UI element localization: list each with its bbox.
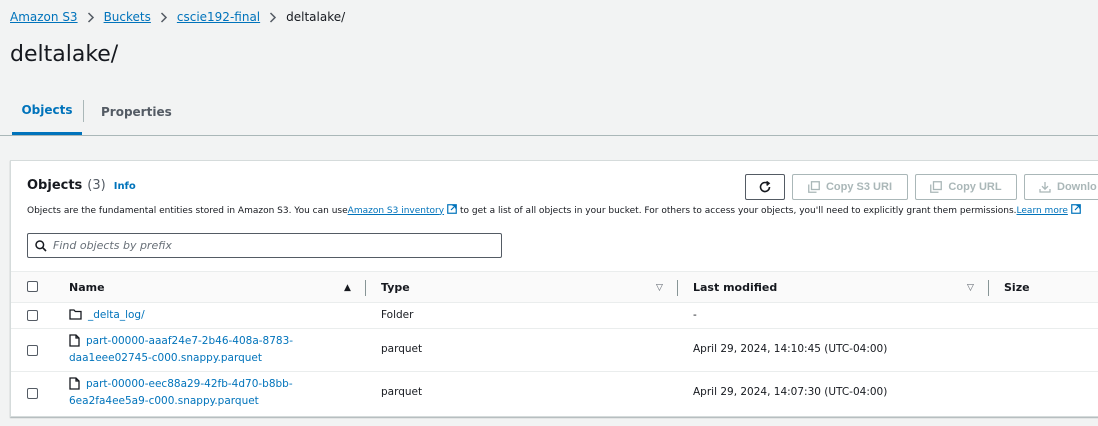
last-modified-cell: April 29, 2024, 14:07:30 (UTC-04:00) — [693, 386, 888, 398]
column-header-name[interactable]: Name — [69, 272, 105, 303]
breadcrumb-amazon-s3[interactable]: Amazon S3 — [10, 10, 78, 24]
breadcrumb-bucket[interactable]: cscie192-final — [177, 10, 260, 24]
copy-icon — [930, 181, 948, 193]
row-checkbox[interactable] — [27, 388, 38, 399]
copy-s3-uri-label: Copy S3 URI — [825, 181, 892, 193]
description-text-2: to get a list of all objects in your buc… — [460, 205, 1017, 216]
object-name-link-continued[interactable]: 6ea2fa4ee5a9-c000.snappy.parquet — [69, 393, 259, 410]
column-header-size[interactable]: Size — [1004, 272, 1030, 303]
copy-url-label: Copy URL — [948, 181, 1002, 193]
object-name-link-continued[interactable]: daa1eee02745-c000.snappy.parquet — [69, 350, 262, 367]
tab-properties[interactable]: Properties — [101, 88, 172, 135]
copy-s3-uri-button[interactable]: Copy S3 URI — [792, 174, 908, 200]
select-all-checkbox[interactable] — [27, 281, 38, 292]
breadcrumb: Amazon S3 Buckets cscie192-final deltala… — [10, 8, 345, 26]
breadcrumb-buckets[interactable]: Buckets — [104, 10, 151, 24]
file-icon — [69, 333, 86, 347]
download-button[interactable]: Downlo — [1024, 174, 1098, 200]
search-box[interactable] — [27, 233, 502, 258]
type-cell: Folder — [381, 309, 414, 321]
s3-inventory-link[interactable]: Amazon S3 inventory — [348, 206, 444, 216]
sort-icon[interactable]: ▽ — [967, 283, 974, 293]
breadcrumb-current: deltalake/ — [286, 10, 346, 24]
copy-url-button[interactable]: Copy URL — [915, 174, 1017, 200]
table-header: Name ▲ Type ▽ Last modified ▽ Size — [11, 271, 1098, 303]
table-row[interactable]: part-00000-eec88a29-42fb-4d70-b8bb- 6ea2… — [11, 372, 1098, 415]
last-modified-cell: - — [693, 309, 697, 321]
type-cell: parquet — [381, 386, 423, 398]
table-row[interactable]: _delta_log/ Folder - — [11, 303, 1098, 329]
external-link-icon — [447, 204, 457, 217]
chevron-right-icon — [87, 11, 95, 23]
name-cell: part-00000-aaaf24e7-2b46-408a-8783- daa1… — [69, 333, 293, 367]
column-resizer[interactable] — [988, 280, 989, 296]
search-input[interactable] — [53, 239, 473, 252]
objects-count: (3) — [87, 178, 106, 193]
learn-more-link[interactable]: Learn more — [1017, 206, 1068, 216]
external-link-icon — [1071, 204, 1081, 217]
column-header-last-modified[interactable]: Last modified — [693, 272, 777, 303]
refresh-button[interactable] — [745, 174, 785, 200]
description-text-1: Objects are the fundamental entities sto… — [27, 205, 348, 216]
objects-panel: Objects (3) Info Objects are the fundame… — [10, 160, 1098, 417]
type-cell: parquet — [381, 343, 423, 355]
column-resizer[interactable] — [365, 280, 366, 296]
column-header-type[interactable]: Type — [381, 272, 410, 303]
row-checkbox[interactable] — [27, 345, 38, 356]
objects-title: Objects — [27, 178, 83, 193]
page-title: deltalake/ — [10, 42, 119, 67]
copy-icon — [808, 181, 826, 193]
info-link[interactable]: Info — [114, 181, 136, 192]
last-modified-cell: April 29, 2024, 14:10:45 (UTC-04:00) — [693, 343, 888, 355]
file-icon — [69, 376, 86, 390]
tab-objects[interactable]: Objects — [12, 88, 82, 135]
sort-ascending-icon[interactable]: ▲ — [344, 283, 351, 293]
folder-icon — [69, 307, 88, 320]
download-icon — [1039, 181, 1057, 193]
name-cell: _delta_log/ — [69, 307, 145, 324]
table-row[interactable]: part-00000-aaaf24e7-2b46-408a-8783- daa1… — [11, 329, 1098, 372]
row-checkbox[interactable] — [27, 310, 38, 321]
object-name-link[interactable]: part-00000-eec88a29-42fb-4d70-b8bb- — [86, 376, 293, 393]
objects-description: Objects are the fundamental entities sto… — [27, 204, 1084, 217]
download-label: Downlo — [1057, 181, 1097, 193]
column-resizer[interactable] — [677, 280, 678, 296]
chevron-right-icon — [160, 11, 168, 23]
sort-icon[interactable]: ▽ — [656, 283, 663, 293]
name-cell: part-00000-eec88a29-42fb-4d70-b8bb- 6ea2… — [69, 376, 293, 410]
tab-divider — [83, 100, 84, 122]
object-name-link[interactable]: _delta_log/ — [88, 307, 145, 324]
objects-header: Objects (3) Info — [27, 178, 136, 193]
search-icon — [35, 239, 47, 252]
objects-table: Name ▲ Type ▽ Last modified ▽ Size _delt… — [11, 271, 1098, 415]
object-name-link[interactable]: part-00000-aaaf24e7-2b46-408a-8783- — [86, 333, 293, 350]
tab-bar: Objects Properties — [0, 88, 1098, 136]
chevron-right-icon — [269, 11, 277, 23]
refresh-icon — [758, 180, 772, 194]
